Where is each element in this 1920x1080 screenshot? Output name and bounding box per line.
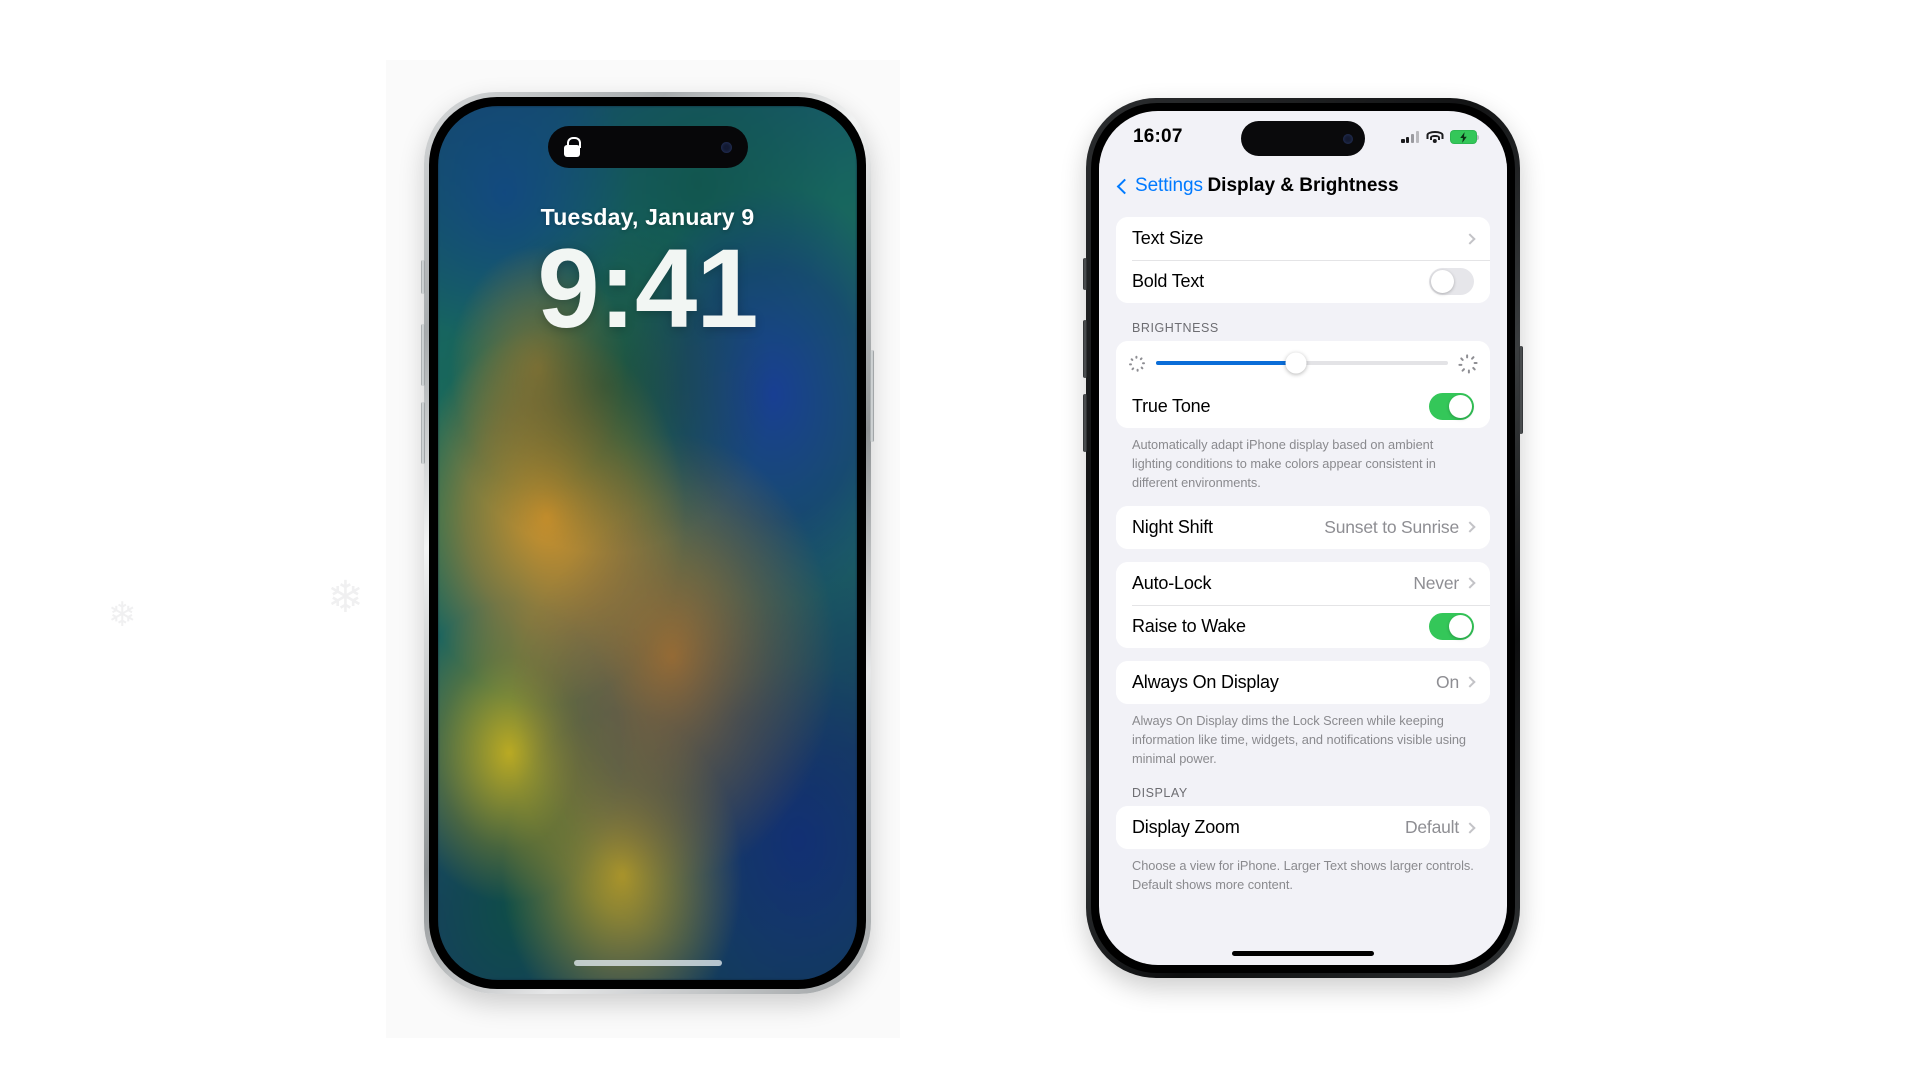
lockscreen-display[interactable]: Tuesday, January 9 9:41 bbox=[438, 106, 857, 980]
chevron-right-icon bbox=[1464, 577, 1476, 589]
back-button-label: Settings bbox=[1135, 175, 1203, 196]
brightness-slider-row[interactable] bbox=[1116, 341, 1490, 385]
status-bar: 16:07 bbox=[1099, 111, 1507, 163]
row-accessory bbox=[1429, 268, 1474, 295]
bold-text-toggle[interactable] bbox=[1429, 268, 1474, 295]
chevron-right-icon bbox=[1464, 676, 1476, 688]
row-true-tone[interactable]: True Tone bbox=[1116, 385, 1490, 428]
iphone-settings-device: 16:07 Settings Display & Brightness Text… bbox=[1083, 98, 1523, 978]
iphone-lockscreen-device: Tuesday, January 9 9:41 bbox=[421, 92, 874, 994]
cellular-bars-icon bbox=[1401, 131, 1419, 143]
row-label: Bold Text bbox=[1132, 271, 1204, 291]
always-on-footnote: Always On Display dims the Lock Screen w… bbox=[1132, 712, 1467, 766]
status-indicators bbox=[1401, 130, 1480, 144]
brightness-slider-track[interactable] bbox=[1156, 352, 1448, 374]
row-accessory: Default bbox=[1404, 817, 1476, 838]
sun-dim-icon bbox=[1128, 354, 1146, 373]
wifi-icon bbox=[1426, 130, 1443, 144]
dynamic-island bbox=[1241, 121, 1365, 156]
chevron-left-icon bbox=[1116, 178, 1133, 194]
row-label: Display Zoom bbox=[1132, 817, 1240, 838]
side-power-button[interactable] bbox=[1519, 346, 1523, 434]
volume-up-button[interactable] bbox=[1083, 320, 1087, 378]
volume-down-button[interactable] bbox=[421, 402, 425, 464]
volume-down-button[interactable] bbox=[1083, 394, 1087, 452]
row-display-zoom[interactable]: Display Zoom Default bbox=[1116, 806, 1490, 850]
row-label: Auto-Lock bbox=[1132, 572, 1212, 593]
row-label: Always On Display bbox=[1132, 671, 1279, 692]
page-title: Display & Brightness bbox=[1207, 175, 1399, 196]
row-accessory: Never bbox=[1413, 572, 1476, 594]
volume-up-button[interactable] bbox=[421, 324, 425, 386]
device-bezel: 16:07 Settings Display & Brightness Text… bbox=[1091, 103, 1515, 973]
row-value: Sunset to Sunrise bbox=[1324, 516, 1459, 537]
brightness-slider-fill bbox=[1156, 360, 1297, 366]
row-accessory bbox=[1464, 232, 1476, 245]
lock-icon bbox=[563, 137, 581, 157]
silent-switch[interactable] bbox=[421, 260, 425, 294]
row-accessory bbox=[1429, 393, 1474, 420]
chevron-right-icon bbox=[1464, 821, 1476, 834]
toggle-knob bbox=[1449, 614, 1472, 638]
lock-group: Auto-Lock Never Raise to Wake bbox=[1116, 561, 1490, 648]
chevron-right-icon bbox=[1464, 521, 1476, 533]
true-tone-toggle[interactable] bbox=[1429, 393, 1474, 420]
page-canvas: ❄ ❄ Tuesday, January 9 9:41 16:07 Settin… bbox=[0, 0, 1920, 1080]
row-night-shift[interactable]: Night Shift Sunset to Sunrise bbox=[1116, 505, 1490, 549]
side-power-button[interactable] bbox=[870, 350, 874, 442]
true-tone-footnote: Automatically adapt iPhone display based… bbox=[1132, 437, 1436, 491]
raise-to-wake-toggle[interactable] bbox=[1429, 612, 1474, 640]
display-section-header: DISPLAY bbox=[1132, 786, 1188, 801]
row-value: Never bbox=[1413, 572, 1459, 593]
silent-switch[interactable] bbox=[1083, 258, 1087, 290]
status-time: 16:07 bbox=[1133, 126, 1183, 147]
row-text-size[interactable]: Text Size bbox=[1116, 217, 1490, 260]
snowflake-watermark: ❄ bbox=[327, 573, 364, 622]
row-value: Default bbox=[1404, 817, 1459, 838]
brightness-section-header: BRIGHTNESS bbox=[1132, 321, 1219, 335]
snowflake-watermark: ❄ bbox=[108, 596, 137, 634]
device-bezel: Tuesday, January 9 9:41 bbox=[429, 97, 866, 989]
battery-charging-icon bbox=[1450, 130, 1480, 144]
row-raise-to-wake[interactable]: Raise to Wake bbox=[1116, 604, 1490, 648]
brightness-group: True Tone bbox=[1116, 341, 1490, 428]
front-camera-icon bbox=[1343, 133, 1353, 144]
settings-scroll-view[interactable]: Text Size Bold Text BRIGHTNESS True Tone… bbox=[1099, 209, 1507, 951]
home-indicator[interactable] bbox=[573, 960, 722, 966]
text-group: Text Size Bold Text bbox=[1116, 217, 1490, 303]
row-label: Raise to Wake bbox=[1132, 615, 1246, 636]
home-indicator[interactable] bbox=[1232, 950, 1374, 956]
row-bold-text[interactable]: Bold Text bbox=[1116, 260, 1490, 303]
night-shift-group: Night Shift Sunset to Sunrise bbox=[1116, 505, 1490, 549]
display-zoom-group: Display Zoom Default bbox=[1116, 806, 1490, 850]
chevron-right-icon bbox=[1464, 232, 1476, 245]
front-camera-icon bbox=[720, 141, 732, 153]
navigation-bar: Settings Display & Brightness bbox=[1099, 163, 1507, 209]
always-on-group: Always On Display On bbox=[1116, 660, 1490, 704]
row-value: On bbox=[1436, 671, 1459, 692]
sun-bright-icon bbox=[1458, 353, 1478, 374]
row-always-on-display[interactable]: Always On Display On bbox=[1116, 660, 1490, 704]
row-accessory: Sunset to Sunrise bbox=[1324, 516, 1476, 538]
dynamic-island bbox=[547, 126, 748, 168]
display-zoom-footnote: Choose a view for iPhone. Larger Text sh… bbox=[1132, 858, 1474, 893]
row-label: Night Shift bbox=[1132, 516, 1213, 537]
settings-display: 16:07 Settings Display & Brightness Text… bbox=[1099, 111, 1507, 965]
toggle-knob bbox=[1431, 270, 1454, 293]
toggle-knob bbox=[1449, 395, 1472, 418]
row-label: True Tone bbox=[1132, 396, 1211, 416]
brightness-slider-knob[interactable] bbox=[1285, 352, 1307, 374]
back-button[interactable]: Settings bbox=[1116, 175, 1203, 197]
row-label: Text Size bbox=[1132, 228, 1204, 248]
row-accessory bbox=[1429, 612, 1474, 640]
lockscreen-clock: 9:41 bbox=[537, 226, 758, 351]
row-auto-lock[interactable]: Auto-Lock Never bbox=[1116, 561, 1490, 605]
row-accessory: On bbox=[1436, 671, 1476, 693]
